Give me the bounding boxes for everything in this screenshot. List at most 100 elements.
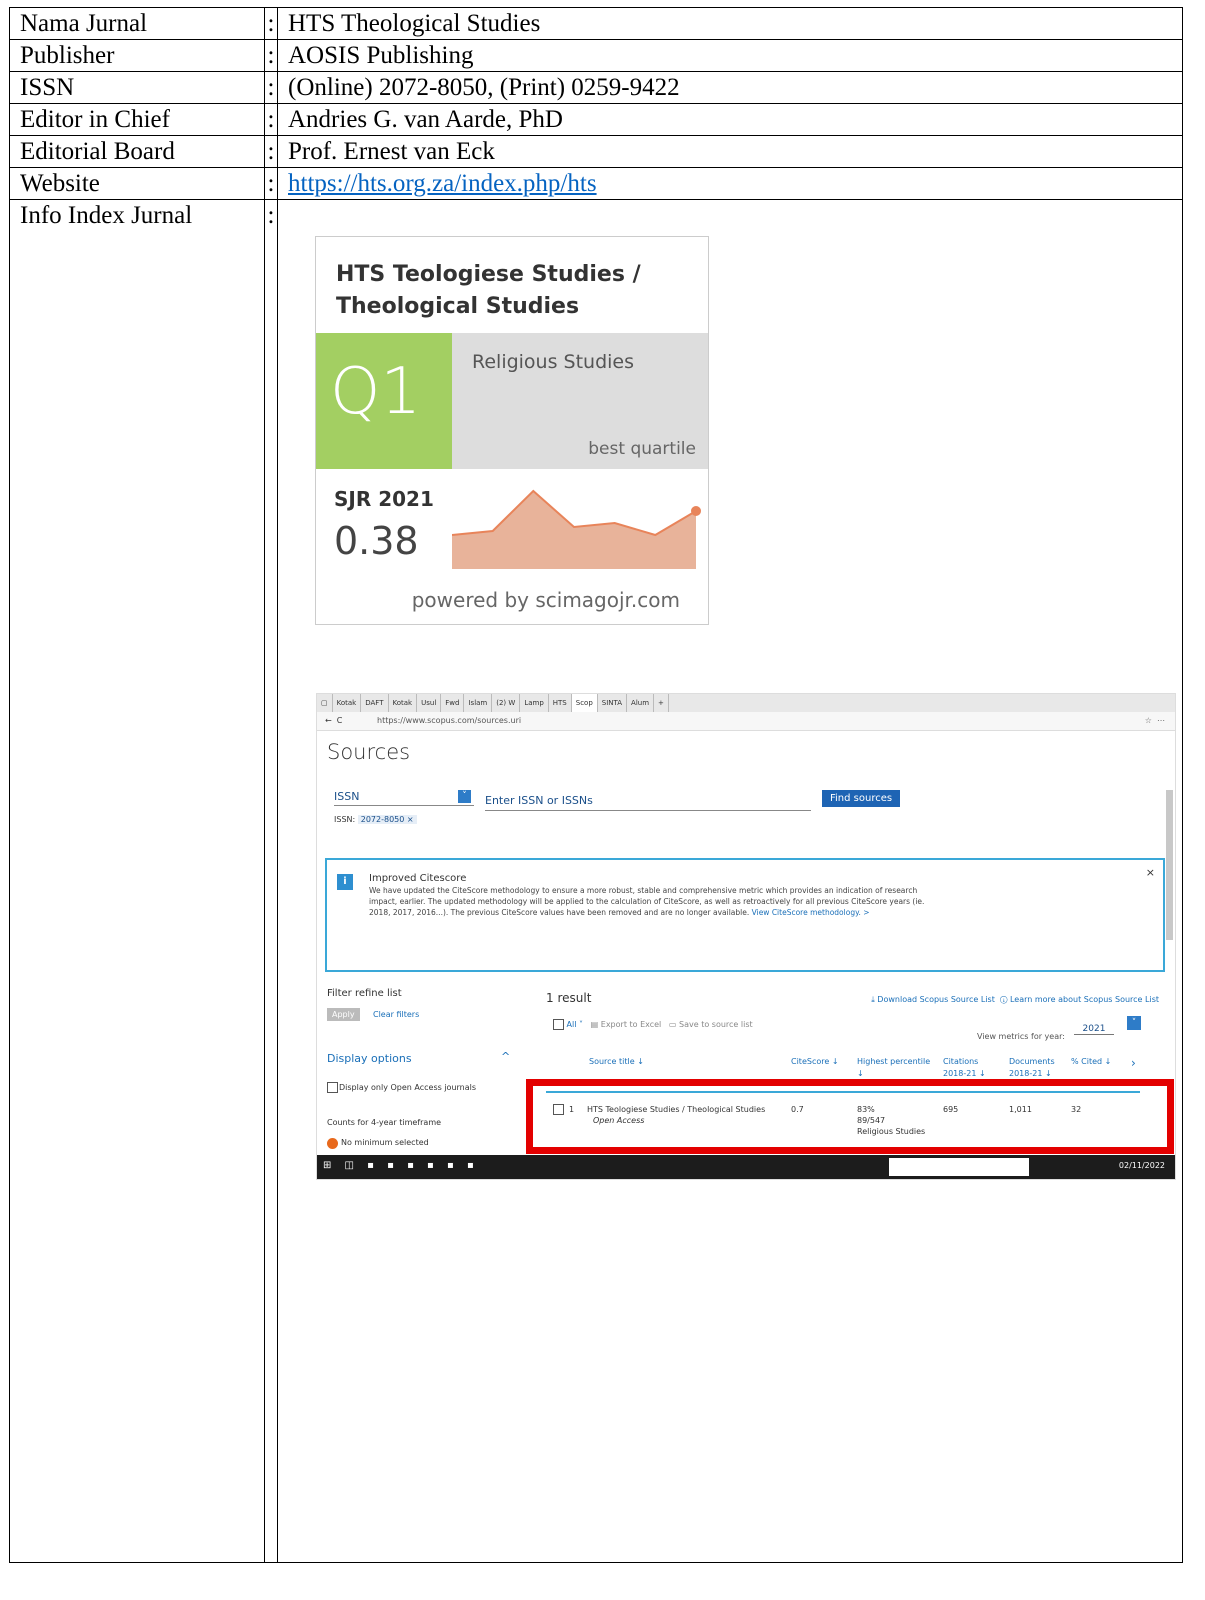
excel-icon: ▤: [590, 1020, 599, 1029]
browser-tab[interactable]: Islam: [464, 694, 493, 712]
powered-by: powered by scimagojr.com: [411, 588, 680, 612]
filter-title: Filter refine list: [327, 988, 402, 999]
label-nama-jurnal: Nama Jurnal: [9, 7, 265, 40]
col-citations[interactable]: Citations 2018-21 ↓: [943, 1056, 993, 1080]
bulk-actions: All ˅ ▤ Export to Excel ▭ Save to source…: [553, 1019, 753, 1030]
col-source-title[interactable]: Source title ↓: [589, 1056, 644, 1068]
row-nama-jurnal: Nama Jurnal : HTS Theological Studies: [9, 7, 1183, 40]
row-publisher: Publisher : AOSIS Publishing: [9, 39, 1183, 72]
browser-tab[interactable]: (2) W: [492, 694, 521, 712]
search-type-underline: [334, 805, 474, 806]
browser-tab[interactable]: Kotak: [333, 694, 362, 712]
view-metrics-label: View metrics for year:: [977, 1032, 1065, 1041]
browser-tab[interactable]: Fwd: [441, 694, 465, 712]
value-issn: (Online) 2072-8050, (Print) 0259-9422: [277, 71, 1183, 104]
counts-label: Counts for 4-year timeframe: [327, 1118, 442, 1127]
label-website: Website: [9, 167, 265, 200]
sjr-widget[interactable]: HTS Teologiese Studies / Theological Stu…: [315, 236, 709, 625]
browser-tab[interactable]: HTS: [549, 694, 572, 712]
trend-last-point: [691, 506, 701, 516]
row-website: Website : https://hts.org.za/index.php/h…: [9, 167, 1183, 200]
quartile-value: Q1: [330, 355, 422, 429]
chevron-up-icon[interactable]: ^: [501, 1050, 510, 1063]
open-access-checkbox[interactable]: [327, 1082, 338, 1093]
search-type-select[interactable]: ISSN: [334, 790, 359, 803]
save-icon: ▭: [668, 1020, 677, 1029]
scrollbar-thumb[interactable]: [1166, 790, 1173, 940]
citescore-notice: i × Improved Citescore We have updated t…: [325, 858, 1165, 972]
sjr-title-line1: HTS Teologiese Studies /: [336, 262, 641, 287]
row-issn: ISSN : (Online) 2072-8050, (Print) 0259-…: [9, 71, 1183, 104]
chevron-down-icon[interactable]: ˅: [1127, 1016, 1141, 1030]
all-label[interactable]: All: [567, 1020, 577, 1029]
sjr-title-line2: Theological Studies: [336, 294, 580, 319]
apply-button[interactable]: Apply: [327, 1008, 360, 1021]
browser-tab[interactable]: Kotak: [389, 694, 418, 712]
col-citescore[interactable]: CiteScore ↓: [791, 1056, 839, 1068]
no-minimum-radio[interactable]: [327, 1138, 338, 1149]
issn-chip-label: ISSN:: [334, 815, 356, 824]
col-highest-percentile[interactable]: Highest percentile ↓: [857, 1056, 937, 1080]
separator: :: [264, 167, 278, 200]
browser-tab[interactable]: Usul: [417, 694, 442, 712]
download-icon: ⤓: [871, 995, 875, 1004]
value-website-cell: https://hts.org.za/index.php/hts: [277, 167, 1183, 200]
page-title: Sources: [327, 740, 411, 764]
chevron-down-icon[interactable]: ˅: [458, 790, 471, 803]
issn-filter-chip[interactable]: ISSN: 2072-8050 ×: [334, 815, 417, 824]
taskbar-search[interactable]: [889, 1158, 1029, 1176]
browser-tab[interactable]: SINTA: [598, 694, 628, 712]
trend-area: [452, 491, 696, 569]
label-issn: ISSN: [9, 71, 265, 104]
info-icon: i: [337, 874, 353, 890]
highlight-box: [526, 1079, 1174, 1154]
year-select[interactable]: 2021: [1074, 1024, 1114, 1035]
separator: :: [264, 39, 278, 72]
sjr-journal-title: HTS Teologiese Studies / Theological Stu…: [336, 259, 641, 323]
address-bar: ← C https://www.scopus.com/sources.uri ☆…: [317, 712, 1175, 731]
separator: :: [264, 103, 278, 136]
value-publisher: AOSIS Publishing: [277, 39, 1183, 72]
chevron-down-icon[interactable]: ˅: [579, 1020, 583, 1029]
col-documents[interactable]: Documents 2018-21 ↓: [1009, 1056, 1061, 1080]
separator: :: [264, 135, 278, 168]
tab-menu-icon[interactable]: ▢: [317, 694, 333, 712]
col-percent-cited[interactable]: % Cited ↓: [1071, 1056, 1111, 1068]
sjr-trend-chart: [452, 489, 701, 569]
download-source-list-link[interactable]: Download Scopus Source List: [877, 995, 995, 1004]
value-nama-jurnal: HTS Theological Studies: [277, 7, 1183, 40]
category-name: Religious Studies: [472, 351, 635, 373]
browser-tab[interactable]: Lamp: [520, 694, 549, 712]
issn-chip-value[interactable]: 2072-8050 ×: [357, 815, 417, 824]
url-field[interactable]: https://www.scopus.com/sources.uri: [377, 712, 521, 730]
find-sources-button[interactable]: Find sources: [822, 790, 901, 807]
separator: :: [264, 7, 278, 40]
separator: :: [264, 199, 278, 1563]
browser-tab[interactable]: DAFT: [361, 694, 389, 712]
website-link[interactable]: https://hts.org.za/index.php/hts: [288, 170, 597, 197]
learn-more-link[interactable]: Learn more about Scopus Source List: [1010, 995, 1159, 1004]
value-editorial-board: Prof. Ernest van Eck: [277, 135, 1183, 168]
label-info-index: Info Index Jurnal: [9, 199, 265, 1563]
browser-toolbar-icons[interactable]: ☆ ⋯: [1145, 712, 1165, 730]
display-options-heading[interactable]: Display options: [327, 1052, 412, 1065]
label-editorial-board: Editorial Board: [9, 135, 265, 168]
browser-tab-active[interactable]: Scop: [571, 694, 598, 712]
chevron-right-icon[interactable]: ›: [1131, 1056, 1136, 1070]
issn-input[interactable]: Enter ISSN or ISSNs: [485, 794, 811, 811]
label-editor-in-chief: Editor in Chief: [9, 103, 265, 136]
save-list-button[interactable]: Save to source list: [679, 1020, 753, 1029]
select-all-checkbox[interactable]: [553, 1019, 564, 1030]
export-excel-button[interactable]: Export to Excel: [601, 1020, 662, 1029]
taskbar-clock[interactable]: 02/11/2022: [1119, 1161, 1165, 1170]
close-icon[interactable]: ×: [1146, 866, 1155, 879]
new-tab-icon[interactable]: +: [654, 694, 669, 712]
notice-title: Improved Citescore: [369, 873, 467, 884]
browser-tab[interactable]: Alum: [627, 694, 655, 712]
separator: :: [264, 71, 278, 104]
citescore-methodology-link[interactable]: View CiteScore methodology. >: [752, 908, 870, 917]
value-editor-in-chief: Andries G. van Aarde, PhD: [277, 103, 1183, 136]
clear-filters-link[interactable]: Clear filters: [373, 1010, 419, 1019]
back-refresh-icons[interactable]: ← C: [325, 712, 342, 730]
taskbar-app-icons[interactable]: ⊞ ◫ ▪ ▪ ▪ ▪ ▪ ▪: [323, 1160, 479, 1171]
